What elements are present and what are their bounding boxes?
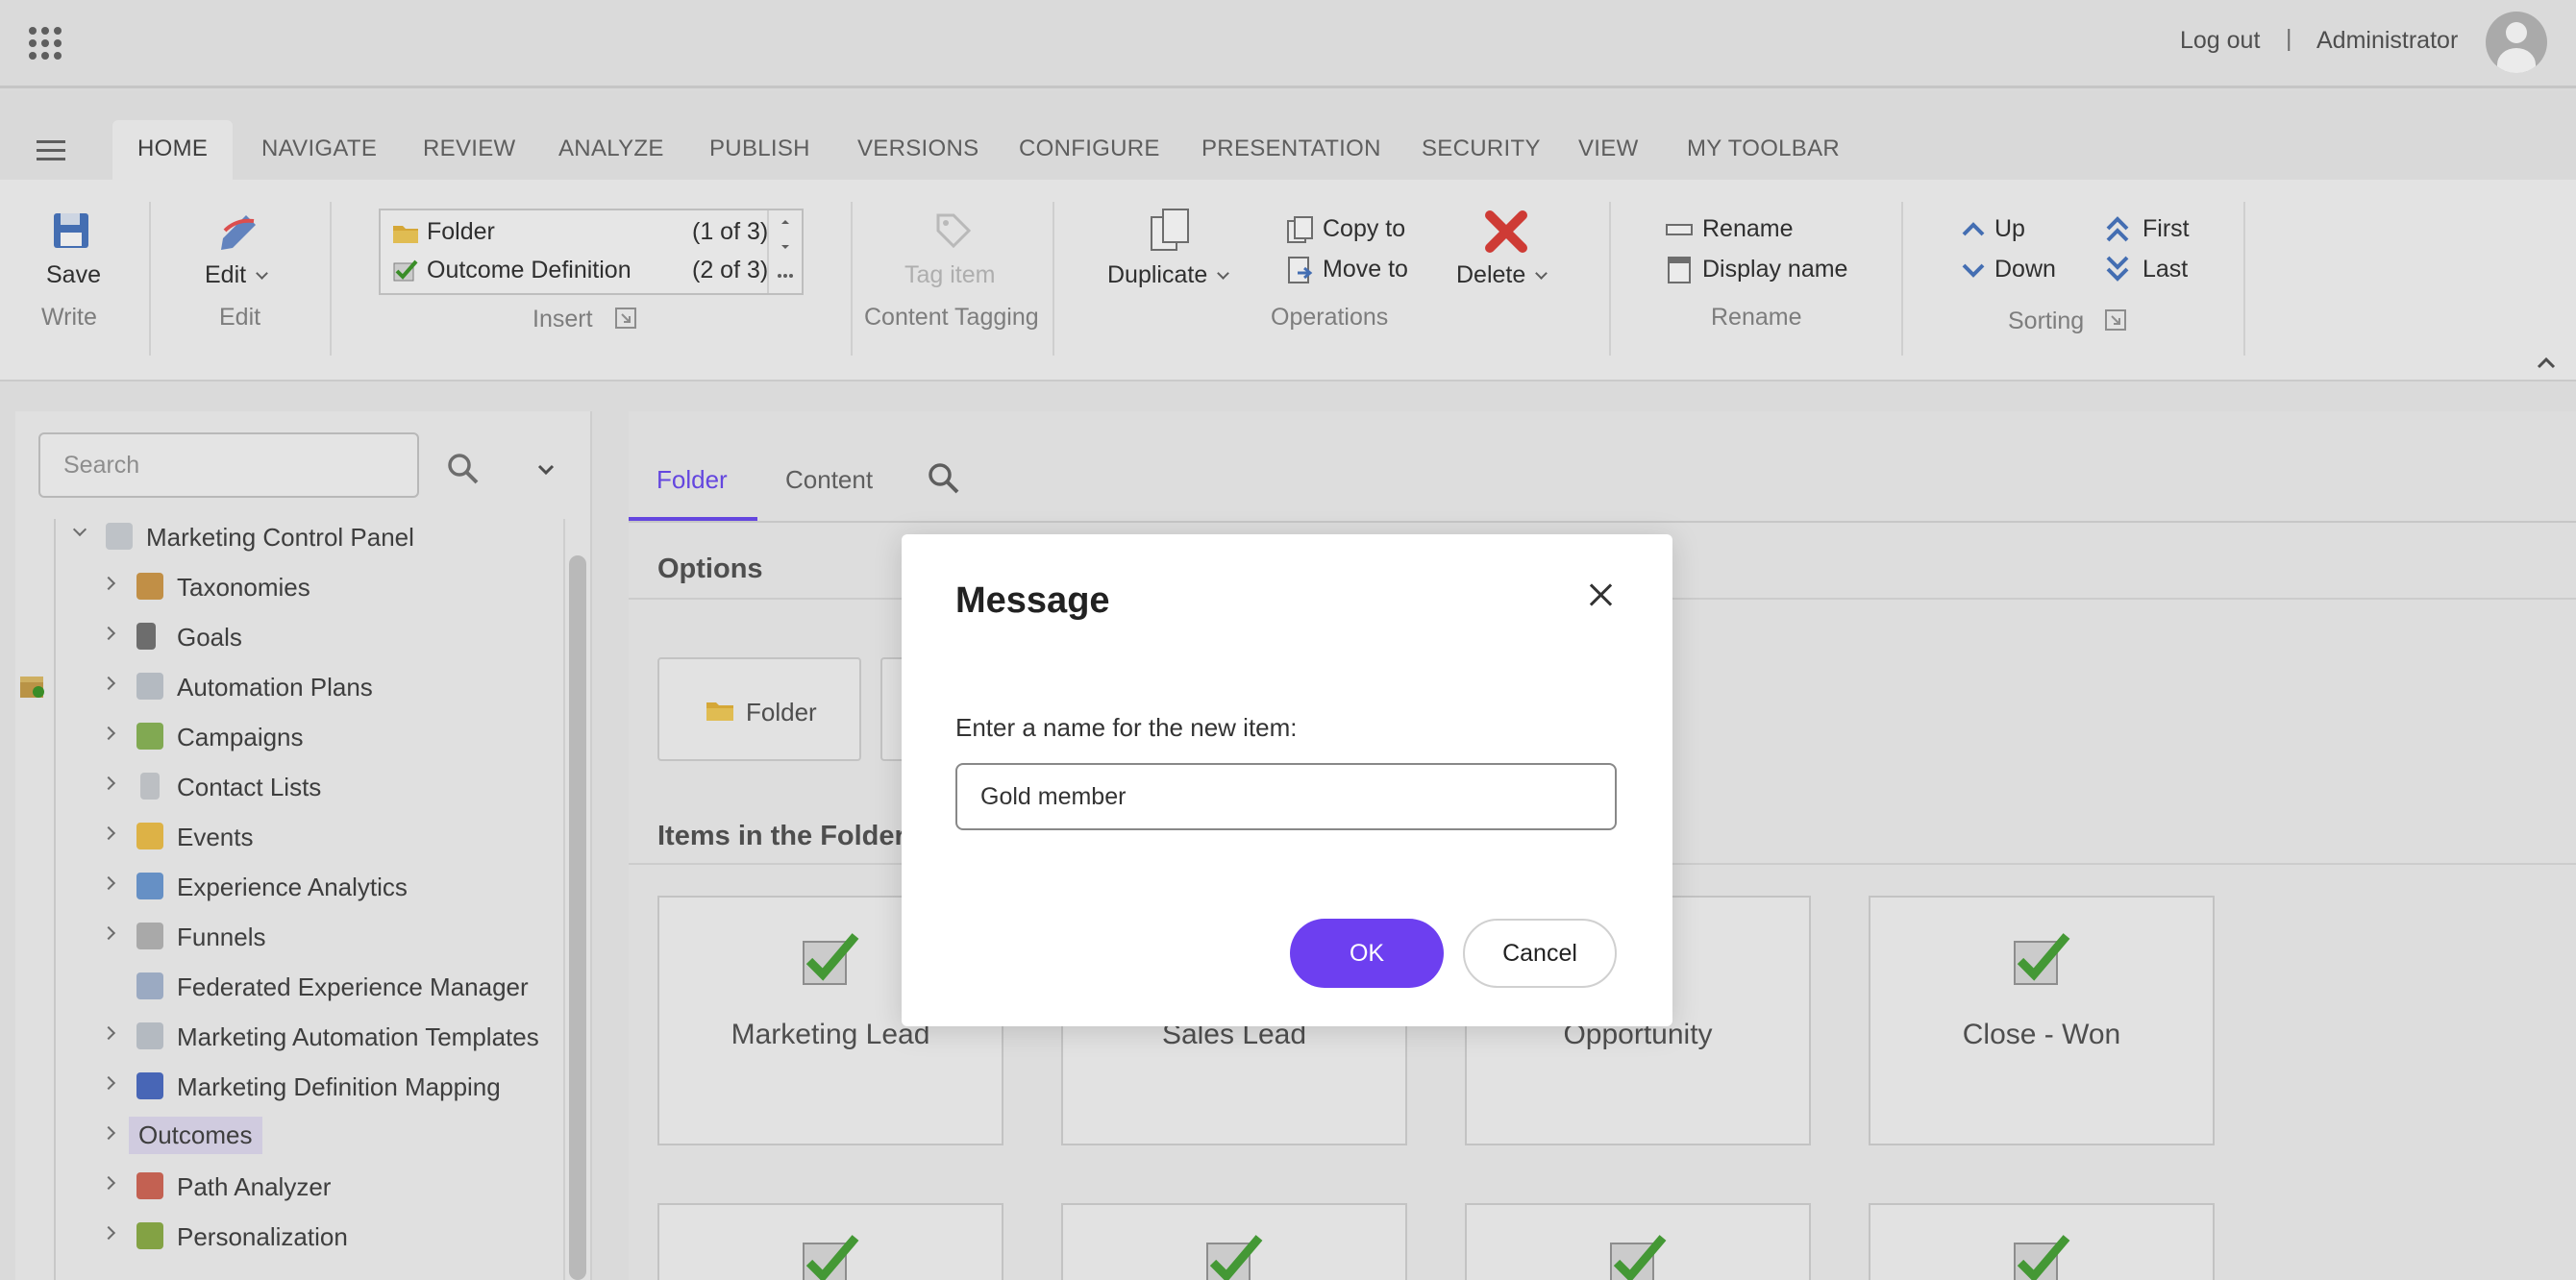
- dialog-prompt: Enter a name for the new item:: [955, 713, 1298, 742]
- dialog-title: Message: [955, 580, 1110, 621]
- close-icon[interactable]: [1582, 577, 1621, 615]
- ok-button[interactable]: OK: [1290, 919, 1444, 988]
- item-name-input[interactable]: [955, 763, 1617, 830]
- message-dialog: Message Enter a name for the new item: O…: [902, 534, 1672, 1026]
- cancel-button[interactable]: Cancel: [1463, 919, 1617, 988]
